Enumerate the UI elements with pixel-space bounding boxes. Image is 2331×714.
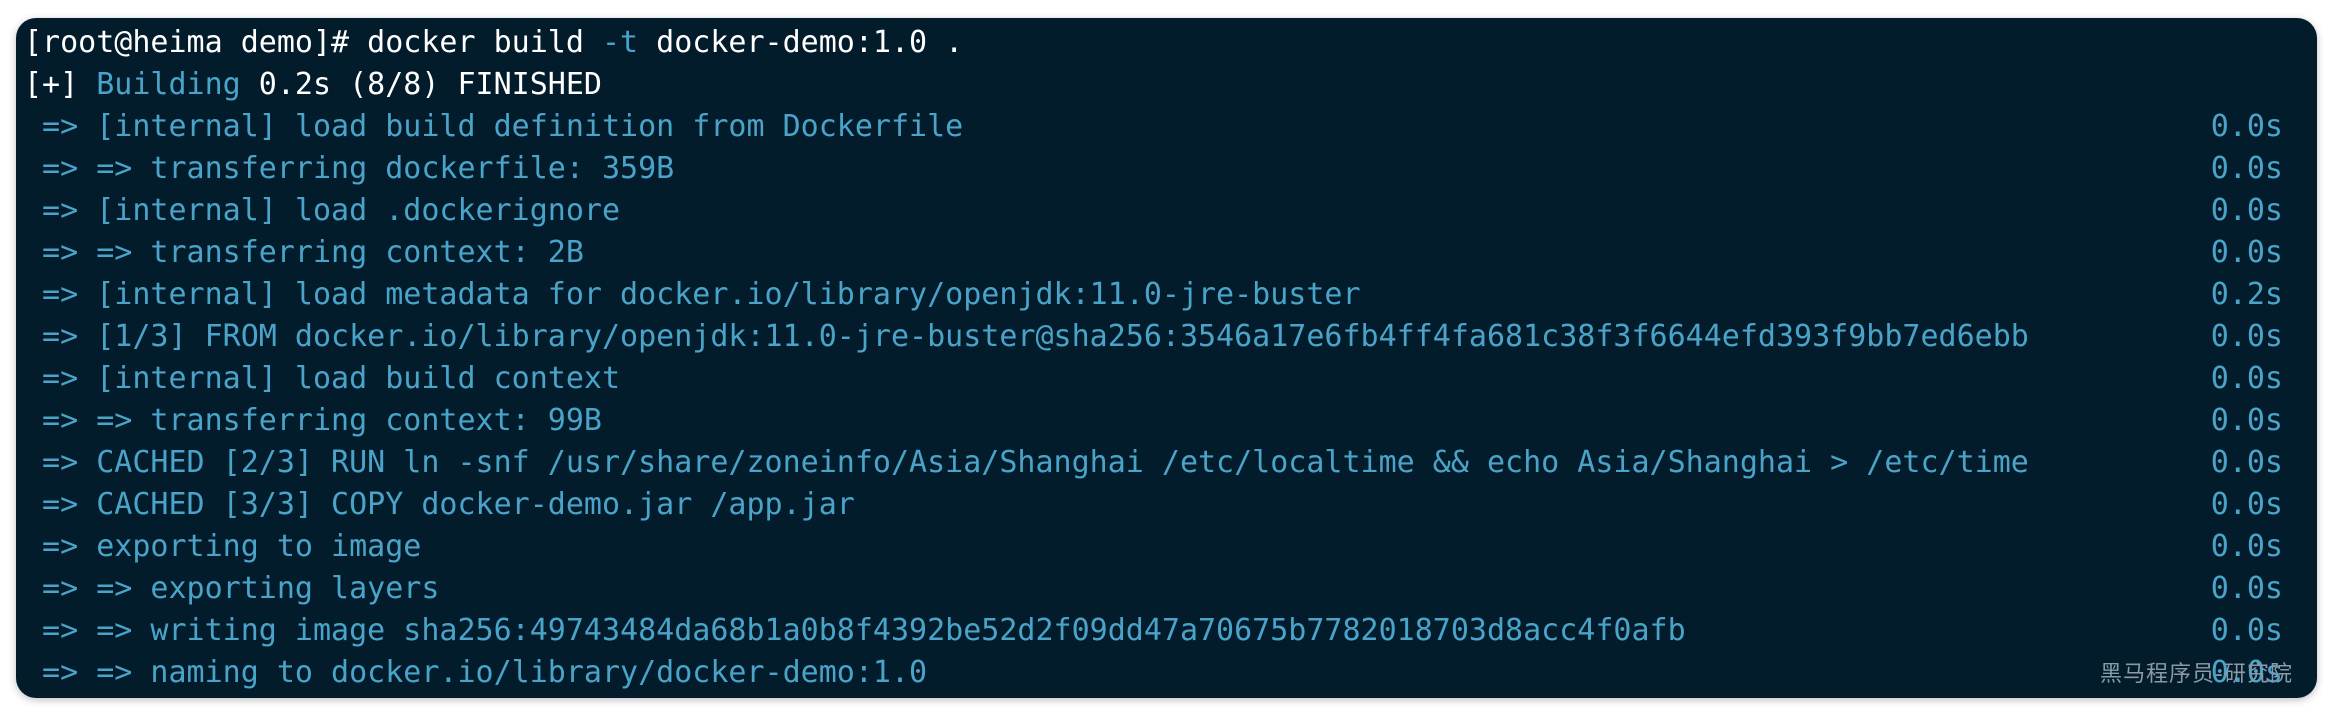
- command-text: docker build: [367, 25, 602, 60]
- build-step-time: 0.0s: [2210, 487, 2283, 522]
- build-step-text: => CACHED [3/3] COPY docker-demo.jar /ap…: [24, 487, 855, 522]
- build-step-time: 0.0s: [2210, 193, 2283, 228]
- build-step-time: 0.0s: [2210, 109, 2283, 144]
- build-step-line: => [internal] load build context 0.0s: [24, 358, 2283, 400]
- build-status-line: [+] Building 0.2s (8/8) FINISHED: [24, 64, 2283, 106]
- build-step-line: => [internal] load metadata for docker.i…: [24, 274, 2283, 316]
- build-step-line: => [internal] load .dockerignore 0.0s: [24, 190, 2283, 232]
- build-step-text: => CACHED [2/3] RUN ln -snf /usr/share/z…: [24, 445, 2029, 480]
- build-step-line: => => transferring context: 99B 0.0s: [24, 400, 2283, 442]
- build-step-time: 0.0s: [2210, 445, 2283, 480]
- build-step-line: => CACHED [3/3] COPY docker-demo.jar /ap…: [24, 484, 2283, 526]
- build-step-text: => [internal] load .dockerignore: [24, 193, 621, 228]
- build-step-time: 0.2s: [2210, 277, 2283, 312]
- build-step-line: => exporting to image 0.0s: [24, 526, 2283, 568]
- status-word: Building: [96, 67, 241, 102]
- build-step-time: 0.0s: [2210, 613, 2283, 648]
- build-step-line: => => transferring context: 2B 0.0s: [24, 232, 2283, 274]
- build-step-text: => [internal] load build context: [24, 361, 621, 396]
- build-step-line: => => writing image sha256:49743484da68b…: [24, 610, 2283, 652]
- command-flag: -t: [601, 25, 639, 60]
- build-step-line: => => transferring dockerfile: 359B 0.0s: [24, 148, 2283, 190]
- build-step-time: 0.0s: [2210, 361, 2283, 396]
- command-line: [root@heima demo]# docker build -t docke…: [24, 22, 2283, 64]
- build-step-time: 0.0s: [2210, 151, 2283, 186]
- watermark: 黑马程序员-研究院: [2100, 662, 2293, 687]
- shell-prompt: [root@heima demo]#: [24, 25, 368, 60]
- build-step-text: => => transferring context: 99B: [24, 403, 602, 438]
- build-step-line: => => naming to docker.io/library/docker…: [24, 652, 2283, 694]
- build-step-text: => => exporting layers: [24, 571, 440, 606]
- build-step-line: => [1/3] FROM docker.io/library/openjdk:…: [24, 316, 2283, 358]
- build-step-text: => [internal] load build definition from…: [24, 109, 964, 144]
- build-step-text: => [1/3] FROM docker.io/library/openjdk:…: [24, 319, 2029, 354]
- build-step-line: => => exporting layers 0.0s: [24, 568, 2283, 610]
- status-summary: 0.2s (8/8) FINISHED: [240, 67, 602, 102]
- status-prefix: [+]: [24, 67, 97, 102]
- build-step-line: => [internal] load build definition from…: [24, 106, 2283, 148]
- build-step-time: 0.0s: [2210, 403, 2283, 438]
- build-step-text: => => writing image sha256:49743484da68b…: [24, 613, 1686, 648]
- build-step-text: => => transferring dockerfile: 359B: [24, 151, 675, 186]
- build-step-text: => exporting to image: [24, 529, 422, 564]
- terminal-window[interactable]: [root@heima demo]# docker build -t docke…: [16, 18, 2317, 698]
- build-step-time: 0.0s: [2210, 319, 2283, 354]
- build-step-line: => CACHED [2/3] RUN ln -snf /usr/share/z…: [24, 442, 2283, 484]
- build-step-time: 0.0s: [2210, 235, 2283, 270]
- build-step-text: => => transferring context: 2B: [24, 235, 584, 270]
- command-args: docker-demo:1.0 .: [638, 25, 964, 60]
- build-step-time: 0.0s: [2210, 529, 2283, 564]
- build-step-text: => [internal] load metadata for docker.i…: [24, 277, 1361, 312]
- build-step-time: 0.0s: [2210, 571, 2283, 606]
- build-step-text: => => naming to docker.io/library/docker…: [24, 655, 928, 690]
